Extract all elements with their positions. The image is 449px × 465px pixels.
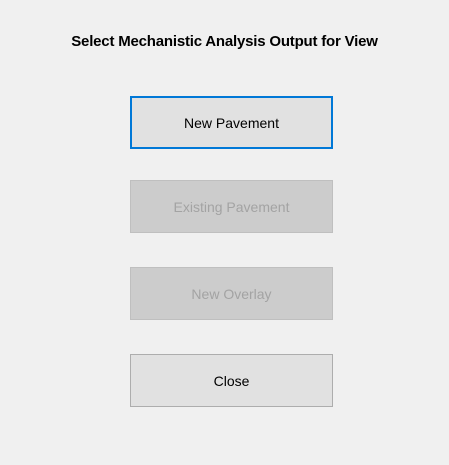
existing-pavement-button: Existing Pavement [130,180,333,233]
dialog-window: Select Mechanistic Analysis Output for V… [0,0,449,465]
new-overlay-button: New Overlay [130,267,333,320]
dialog-title: Select Mechanistic Analysis Output for V… [71,33,378,50]
new-pavement-button[interactable]: New Pavement [130,96,333,149]
close-button[interactable]: Close [130,354,333,407]
